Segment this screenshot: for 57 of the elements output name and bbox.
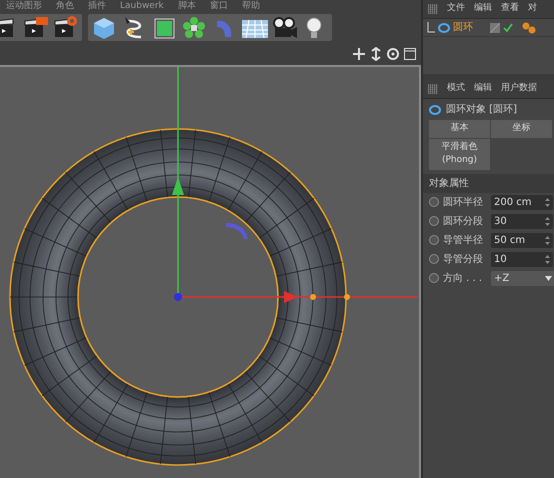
menu-item[interactable]: Laubwerk	[120, 0, 164, 12]
maximize-icon[interactable]	[403, 47, 417, 61]
tab[interactable]: 基本	[429, 120, 490, 138]
move-icon[interactable]	[352, 47, 366, 61]
number-field[interactable]: 10	[491, 252, 553, 266]
torus-icon	[438, 22, 450, 34]
menu-item[interactable]: 角色	[56, 0, 74, 12]
handle-dot[interactable]	[310, 294, 316, 300]
field-label: 导管分段	[443, 252, 484, 266]
radio-button[interactable]	[429, 216, 439, 226]
menu-item[interactable]: 查看	[501, 2, 519, 16]
field-label: 圆环半径	[443, 196, 484, 210]
radio-button[interactable]	[429, 254, 439, 264]
menu-item[interactable]: 帮助	[242, 0, 260, 12]
rotation-arc	[226, 223, 248, 239]
section-header: 对象属性	[423, 174, 554, 192]
menu-item[interactable]: 窗口	[210, 0, 228, 12]
layer-swatch-icon	[490, 22, 500, 32]
menu-item[interactable]: 运动图形	[6, 0, 42, 12]
field-label: 圆环分段	[443, 214, 484, 228]
origin-dot	[174, 293, 182, 301]
menu-item[interactable]: 编辑	[474, 82, 492, 96]
menu-item[interactable]: 插件	[88, 0, 106, 12]
tree-line-icon	[427, 22, 435, 34]
caret-icon	[545, 276, 552, 280]
spinner-icon	[545, 198, 550, 206]
camera-icon[interactable]	[271, 15, 299, 41]
torus-icon	[429, 104, 441, 116]
grip-icon[interactable]	[428, 84, 438, 94]
menu-item[interactable]: 对	[528, 2, 537, 16]
menu-item[interactable]: 文件	[447, 2, 465, 16]
material-tag-icon	[522, 22, 536, 34]
handle-dot[interactable]	[344, 294, 350, 300]
radio-button[interactable]	[429, 197, 439, 207]
up-down-arrow-icon[interactable]	[369, 47, 383, 61]
field-label: 方向 . . .	[443, 272, 484, 286]
menu-item[interactable]: 编辑	[474, 2, 492, 16]
menu-item[interactable]: 脚本	[178, 0, 196, 12]
check-icon[interactable]	[503, 22, 513, 32]
spinner-icon	[545, 254, 550, 264]
radio-button[interactable]	[429, 235, 439, 245]
object-name[interactable]: 圆环	[453, 20, 487, 35]
spinner-icon	[545, 236, 550, 244]
tab[interactable]: 坐标	[491, 120, 552, 138]
number-field[interactable]: 50 cm	[491, 232, 553, 248]
grip-icon[interactable]	[428, 4, 438, 14]
menu-item[interactable]: 用户数据	[501, 82, 537, 96]
dropdown[interactable]: +Z	[491, 270, 554, 286]
number-field[interactable]: 200 cm	[491, 194, 553, 210]
menu-item[interactable]: 模式	[447, 82, 465, 96]
object-title: 圆环对象 [圆环]	[446, 102, 517, 117]
field-label: 导管半径	[443, 234, 484, 248]
spinner-icon	[545, 216, 550, 226]
number-field[interactable]: 30	[491, 214, 553, 228]
rotate-icon[interactable]	[386, 47, 400, 61]
tab[interactable]: 平滑着色(Phong)	[429, 138, 490, 170]
radio-button[interactable]	[429, 273, 439, 283]
